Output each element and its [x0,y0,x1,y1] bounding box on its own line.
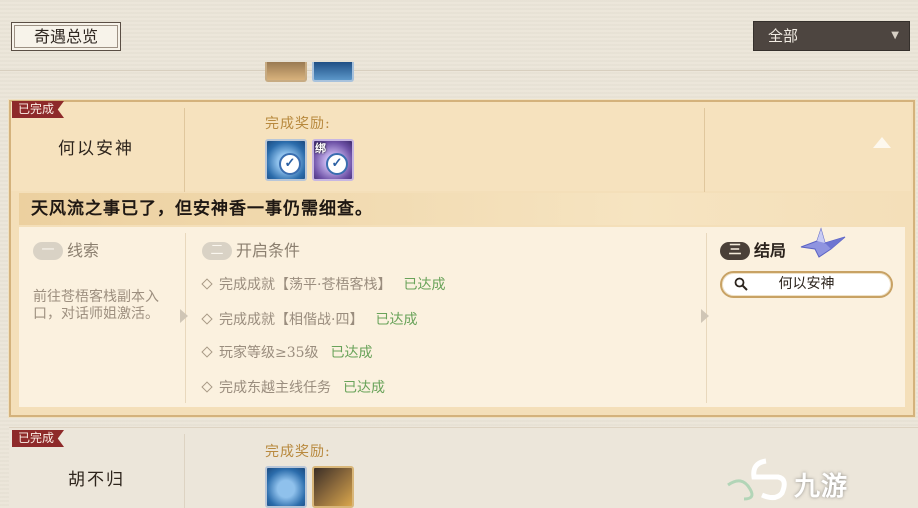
quest-description: 天风流之事已了，但安神香一事仍需细查。 [19,193,905,225]
status-badge: 已完成 [12,101,65,118]
clue-text: 前往苍梧客栈副本入口，对话师姐激活。 [33,289,159,322]
blue-token-icon[interactable]: ✓ [265,139,307,181]
condition-text: 完成东越主线任务 [219,380,331,396]
check-icon: ✓ [326,153,348,175]
reward-label: 完成奖励: [265,444,331,460]
clue-title: 线索 [67,241,100,260]
reward-label: 完成奖励: [265,116,331,132]
condition-item: 完成东越主线任务 已达成 [201,377,385,397]
quest-card-header[interactable] [11,102,911,191]
condition-status: 已达成 [375,312,418,328]
section-number-badge: 二 [202,242,232,260]
quest-name: 胡不归 [68,470,125,490]
condition-status: 已达成 [403,277,446,293]
condition-item: 玩家等级≥35级 已达成 [201,342,373,362]
divider [184,434,185,508]
divider [704,108,705,192]
filter-value: 全部 [768,27,799,45]
arrow-right-icon [180,309,188,323]
result-heading: 三结局 [720,237,786,261]
check-icon: ✓ [279,153,301,175]
blade-token-icon[interactable] [312,466,354,508]
overview-title-button[interactable]: 奇遇总览 [11,22,121,51]
divider [184,108,185,192]
bullet-icon [201,346,213,358]
result-title: 结局 [754,241,787,260]
bullet-icon [201,313,213,325]
conditions-title: 开启条件 [236,241,301,260]
compass-token-icon[interactable] [265,466,307,508]
condition-text: 完成成就【荡平·苍梧客栈】 [219,277,392,293]
condition-item: 完成成就【荡平·苍梧客栈】 已达成 [201,274,446,294]
watermark-logo-icon [727,458,787,501]
bullet-icon [201,278,213,290]
bullet-icon [201,381,213,393]
condition-item: 完成成就【相偕战·四】 已达成 [201,309,418,329]
collapse-arrow-icon[interactable] [873,137,891,148]
condition-text: 玩家等级≥35级 [219,345,319,361]
paper-crane-icon [800,227,846,258]
section-number-badge: 一 [33,242,63,260]
filter-dropdown[interactable]: 全部 ▼ [753,21,910,51]
header-divider [0,70,918,71]
dropdown-arrow-icon: ▼ [891,30,899,41]
ending-name: 何以安神 [778,276,835,292]
status-badge: 已完成 [12,430,65,447]
conditions-heading: 二开启条件 [202,237,300,261]
purple-token-icon[interactable]: 绑 ✓ [312,139,354,181]
condition-status: 已达成 [330,345,373,361]
scrolled-reward-icon [265,62,307,82]
section-number-badge: 三 [720,242,750,260]
clue-heading: 一线索 [33,237,99,261]
ending-search-button[interactable]: 何以安神 [720,271,893,298]
condition-text: 完成成就【相偕战·四】 [219,312,364,328]
quest-name: 何以安神 [58,139,134,159]
condition-status: 已达成 [343,380,385,396]
arrow-right-icon [701,309,709,323]
watermark-text: 九游 [794,472,849,502]
bound-label: 绑 [315,142,326,155]
scrolled-reward-icon [312,62,354,82]
